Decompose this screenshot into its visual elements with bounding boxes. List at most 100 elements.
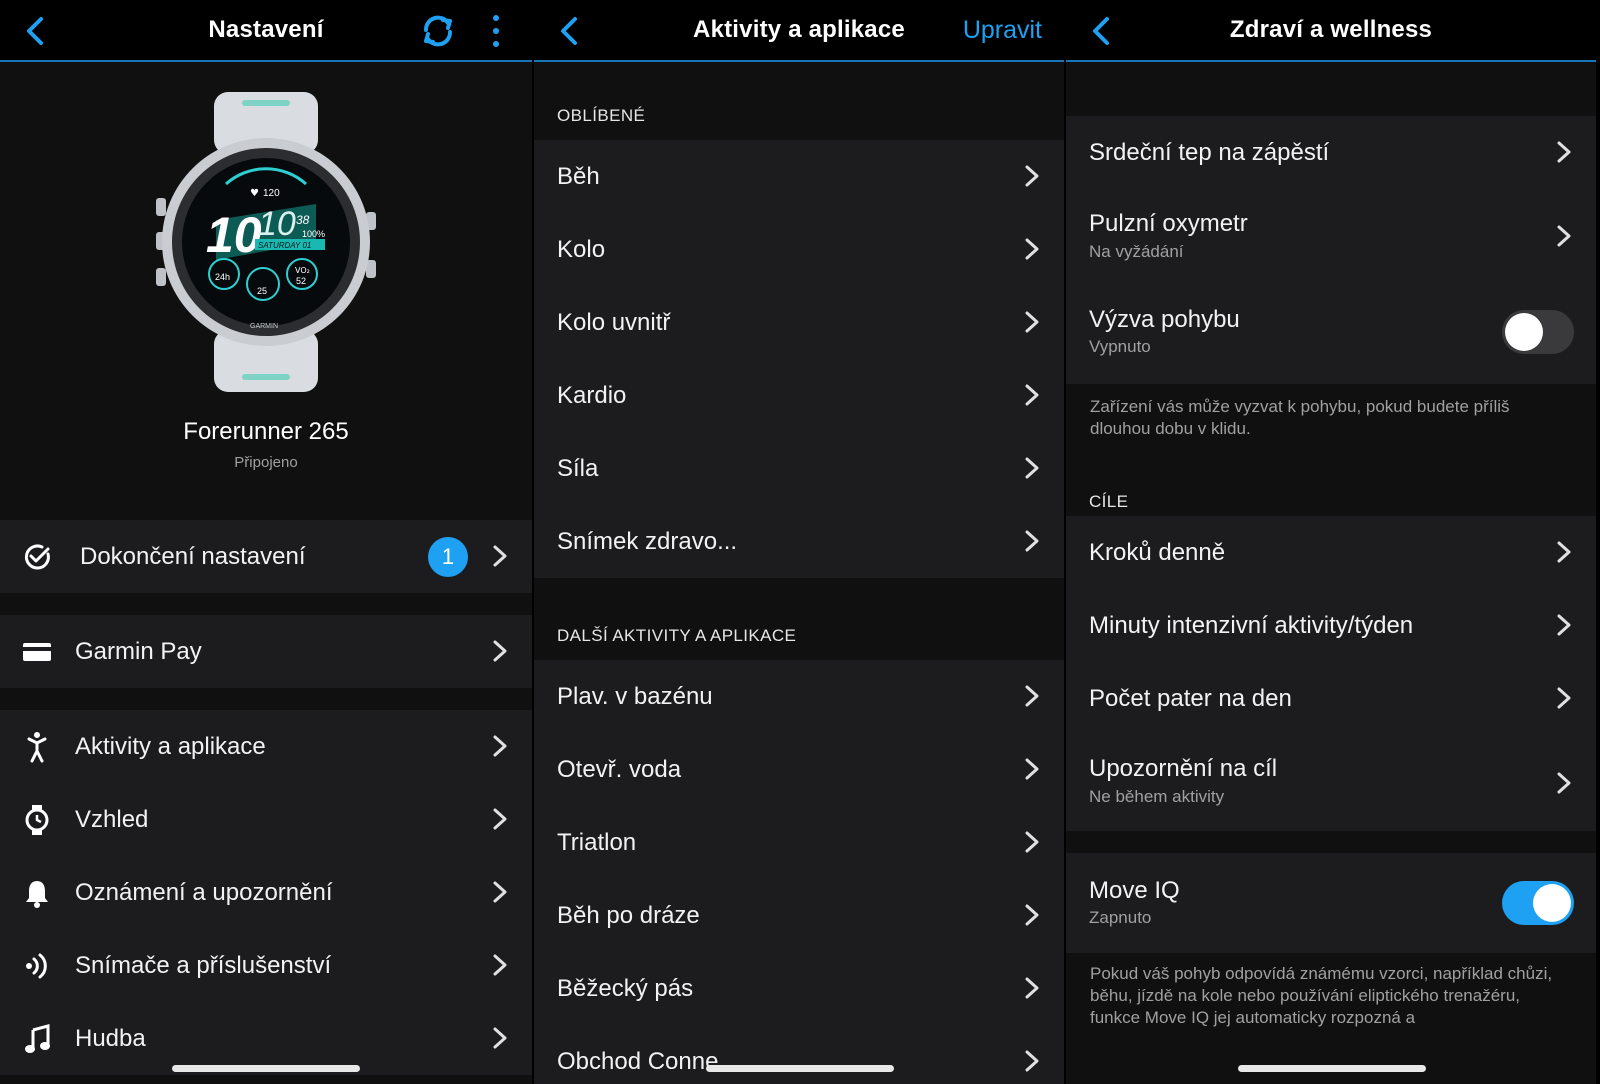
menu-item-sublabel: Ne během aktivity <box>1089 787 1225 806</box>
favorite-activity-item[interactable]: Běh <box>534 140 1064 213</box>
activity-item[interactable]: Běžecký pás <box>534 952 1064 1025</box>
menu-item-label: Kardio <box>557 381 627 409</box>
activities-screen: Aktivity a aplikace Upravit OBLÍBENÉ Běh… <box>532 0 1064 1084</box>
menu-item-label: Počet pater na den <box>1089 684 1292 712</box>
floors-item[interactable]: Počet pater na den <box>1066 662 1596 735</box>
screens: Nastavení 120 ♥ 10 10 38 100% SATURDAY 0… <box>0 0 1600 1084</box>
top-bar: Aktivity a aplikace Upravit <box>534 0 1064 62</box>
sidebar-item-appearance[interactable]: Vzhled <box>0 783 532 856</box>
activity-item[interactable]: Otevř. voda <box>534 733 1064 806</box>
menu-item-label: Obchod Conne <box>557 1047 719 1075</box>
activity-item[interactable]: Triatlon <box>534 806 1064 879</box>
chevron-right-icon <box>1557 772 1571 794</box>
menu-item-label: Hudba <box>75 1024 146 1052</box>
sidebar-item-notifications[interactable]: Oznámení a upozornění <box>0 856 532 929</box>
settings-screen: Nastavení 120 ♥ 10 10 38 100% SATURDAY 0… <box>0 0 532 1084</box>
chevron-right-icon <box>1557 614 1571 636</box>
menu-item-label: Kolo <box>557 235 606 263</box>
garmin-pay-label: Garmin Pay <box>75 637 202 665</box>
menu-item-label: Kolo uvnitř <box>557 308 671 336</box>
card-icon <box>22 637 52 667</box>
battery-text: 100% <box>302 229 325 239</box>
more-menu-button[interactable] <box>488 12 504 50</box>
chevron-right-icon <box>493 954 507 976</box>
page-title: Zdraví a wellness <box>1229 16 1433 43</box>
top-bar: Nastavení <box>0 0 532 62</box>
menu-item-label: Pulzní oxymetr <box>1089 210 1248 237</box>
favorite-activity-item[interactable]: Kardio <box>534 359 1064 432</box>
complication-right-label: VO₂ <box>295 266 310 275</box>
dot <box>493 15 499 21</box>
menu-item-sublabel: Vypnuto <box>1089 337 1151 356</box>
chevron-right-icon <box>1025 977 1039 999</box>
chevron-right-icon <box>493 1027 507 1049</box>
pulse-ox-item[interactable]: Pulzní oxymetr Na vyžádání <box>1066 190 1596 282</box>
favorite-activity-item[interactable]: Kolo uvnitř <box>534 286 1064 359</box>
menu-item-sublabel: Na vyžádání <box>1089 242 1184 261</box>
menu-item-label: Aktivity a aplikace <box>75 732 266 760</box>
sync-button[interactable] <box>418 11 458 51</box>
goal-alert-item[interactable]: Upozornění na cíl Ne během aktivity <box>1066 735 1596 831</box>
menu-item-label: Minuty intenzivní aktivity/týden <box>1089 611 1414 639</box>
dot <box>493 41 499 47</box>
date-text: SATURDAY 01 <box>258 241 311 250</box>
intensity-minutes-item[interactable]: Minuty intenzivní aktivity/týden <box>1066 589 1596 662</box>
section-header-label: OBLÍBENÉ <box>557 106 646 125</box>
toggle-knob <box>1533 884 1571 922</box>
menu-item-label: Upozornění na cíl <box>1089 755 1278 782</box>
favorite-activity-item[interactable]: Síla <box>534 432 1064 505</box>
running-person-icon <box>22 731 52 762</box>
device-card[interactable]: 120 ♥ 10 10 38 100% SATURDAY 01 24h 25 V… <box>0 62 532 520</box>
watch-minute: 10 <box>258 205 296 243</box>
chevron-right-icon <box>1557 541 1571 563</box>
garmin-pay-item[interactable]: Garmin Pay <box>0 615 532 688</box>
activity-item[interactable]: Běh po dráze <box>534 879 1064 952</box>
menu-item-label: Běh po dráze <box>557 901 700 929</box>
sensor-icon <box>22 951 52 981</box>
chevron-right-icon <box>493 808 507 830</box>
home-indicator[interactable] <box>172 1065 360 1072</box>
move-iq-item: Move IQ Zapnuto <box>1066 853 1596 953</box>
favorite-activity-item[interactable]: Kolo <box>534 213 1064 286</box>
menu-item-label: Vzhled <box>75 805 149 833</box>
top-bar: Zdraví a wellness <box>1066 0 1596 62</box>
check-circle-icon <box>22 542 52 572</box>
device-status: Připojeno <box>234 454 298 471</box>
sidebar-item-sensors[interactable]: Snímače a příslušenství <box>0 929 532 1002</box>
menu-item-label: Běh <box>557 162 600 190</box>
home-indicator[interactable] <box>706 1065 894 1072</box>
edit-button[interactable]: Upravit <box>963 16 1042 45</box>
wrist-heart-rate-item[interactable]: Srdeční tep na zápěstí <box>1066 116 1596 190</box>
chevron-right-icon <box>1025 165 1039 187</box>
setup-completion-item[interactable]: Dokončení nastavení 1 <box>0 520 532 593</box>
activity-item[interactable]: Obchod Conne <box>534 1025 1064 1084</box>
chevron-right-icon <box>493 881 507 903</box>
complication-left: 24h <box>215 272 230 282</box>
chevron-right-icon <box>1557 141 1571 163</box>
more-activities-header: DALŠÍ AKTIVITY A APLIKACE <box>534 578 1064 660</box>
sync-icon <box>423 15 453 47</box>
device-name: Forerunner 265 <box>183 418 349 445</box>
menu-item-label: Move IQ <box>1089 877 1180 904</box>
move-iq-toggle[interactable] <box>1502 881 1574 925</box>
home-indicator[interactable] <box>1238 1065 1426 1072</box>
section-header-label: DALŠÍ AKTIVITY A APLIKACE <box>557 626 797 645</box>
menu-item-label: Síla <box>557 454 599 482</box>
chevron-right-icon <box>1025 238 1039 260</box>
section-header-label: CÍLE <box>1089 492 1129 511</box>
menu-item-label: Otevř. voda <box>557 755 682 783</box>
chevron-right-icon <box>1025 831 1039 853</box>
menu-item-label: Oznámení a upozornění <box>75 878 333 906</box>
chevron-right-icon <box>1025 311 1039 333</box>
move-alert-toggle[interactable] <box>1502 310 1574 354</box>
section-gap <box>0 688 532 710</box>
sidebar-item-activities[interactable]: Aktivity a aplikace <box>0 710 532 783</box>
heart-rate-text: 120 <box>263 188 280 199</box>
menu-item-sublabel: Zapnuto <box>1089 908 1152 927</box>
favorite-activity-item[interactable]: Snímek zdravo... <box>534 505 1064 578</box>
daily-steps-item[interactable]: Kroků denně <box>1066 516 1596 589</box>
activity-item[interactable]: Plav. v bazénu <box>534 660 1064 733</box>
chevron-right-icon <box>1025 758 1039 780</box>
favorites-list: Běh Kolo Kolo uvnitř Kardio Síla Snímek zdrav… <box>534 140 1064 578</box>
watch-brand: GARMIN <box>250 323 278 330</box>
